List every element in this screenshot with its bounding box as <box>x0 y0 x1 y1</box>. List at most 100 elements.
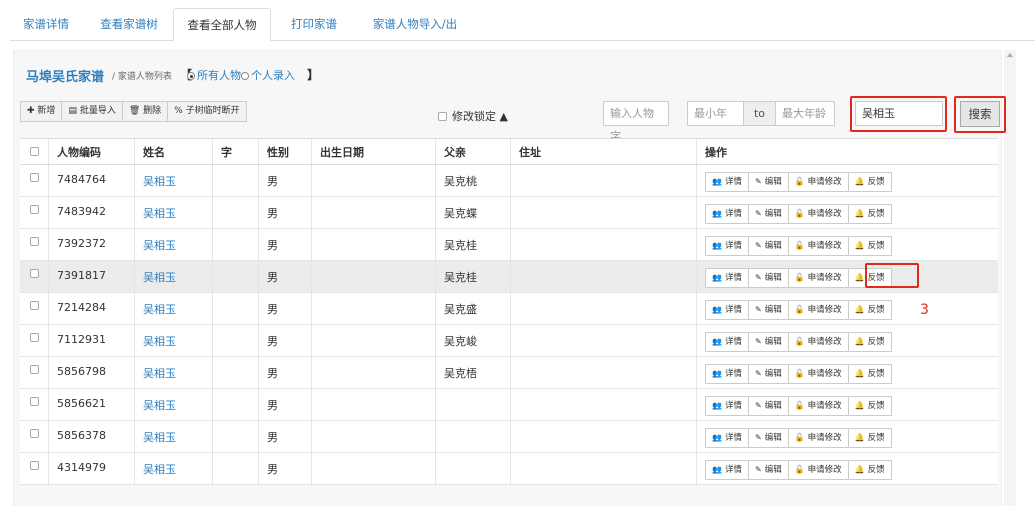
add-button[interactable]: ✚ 新增 <box>20 101 63 122</box>
person-name-link[interactable]: 吴相玉 <box>135 293 213 324</box>
batch-import-button[interactable]: ▤ 批量导入 <box>61 101 123 122</box>
person-name-link[interactable]: 吴相玉 <box>135 325 213 356</box>
table-row[interactable]: 5856798 吴相玉男吴克梧 👥 详情 ✎ 编辑 🔓 申请修改 🔔 反馈 <box>20 357 998 389</box>
person-name-link[interactable]: 吴相玉 <box>135 421 213 452</box>
row-checkbox[interactable] <box>29 269 39 278</box>
detail-button[interactable]: 👥 详情 <box>705 364 749 384</box>
max-year-input[interactable]: 最大年龄 <box>775 101 835 126</box>
table-row[interactable]: 7112931 吴相玉男吴克峻 👥 详情 ✎ 编辑 🔓 申请修改 🔔 反馈 <box>20 325 998 357</box>
column-header-id[interactable]: 人物编码 <box>49 139 135 164</box>
row-checkbox[interactable] <box>29 237 39 246</box>
detail-button[interactable]: 👥 详情 <box>705 236 749 256</box>
zi-search-input[interactable]: 输入人物字 <box>603 101 669 143</box>
request-edit-button[interactable]: 🔓 申请修改 <box>787 172 849 192</box>
request-edit-button[interactable]: 🔓 申请修改 <box>787 236 849 256</box>
tab-family-tree[interactable]: 查看家谱树 <box>86 8 172 41</box>
radio-all-persons[interactable] <box>187 72 195 80</box>
column-header-father[interactable]: 父亲 <box>436 139 511 164</box>
edit-button[interactable]: ✎ 编辑 <box>747 300 789 320</box>
table-row[interactable]: 7392372 吴相玉男吴克桂 👥 详情 ✎ 编辑 🔓 申请修改 🔔 反馈 <box>20 229 998 261</box>
person-name-link[interactable]: 吴相玉 <box>135 165 213 196</box>
person-name-link[interactable]: 吴相玉 <box>135 261 213 292</box>
radio-personal-entry[interactable] <box>241 72 249 80</box>
table-row[interactable]: 7483942 吴相玉男吴克蝶 👥 详情 ✎ 编辑 🔓 申请修改 🔔 反馈 <box>20 197 998 229</box>
feedback-button[interactable]: 🔔 反馈 <box>847 172 892 192</box>
edit-button[interactable]: ✎ 编辑 <box>747 396 789 416</box>
edit-button[interactable]: ✎ 编辑 <box>747 332 789 352</box>
column-header-zi[interactable]: 字 <box>213 139 259 164</box>
person-name-link[interactable]: 吴相玉 <box>135 357 213 388</box>
column-header-name[interactable]: 姓名 <box>135 139 213 164</box>
detail-button[interactable]: 👥 详情 <box>705 332 749 352</box>
feedback-button[interactable]: 🔔 反馈 <box>847 396 892 416</box>
min-year-input[interactable]: 最小年 <box>687 101 744 126</box>
row-checkbox[interactable] <box>29 333 39 342</box>
request-edit-button[interactable]: 🔓 申请修改 <box>787 396 849 416</box>
request-edit-button[interactable]: 🔓 申请修改 <box>787 332 849 352</box>
row-checkbox[interactable] <box>29 205 39 214</box>
person-birth-cell <box>312 197 436 228</box>
column-header-birth[interactable]: 出生日期 <box>312 139 436 164</box>
break-subtree-button[interactable]: % 子树临时断开 <box>167 101 247 122</box>
tab-print[interactable]: 打印家谱 <box>276 8 352 41</box>
table-row[interactable]: 7484764 吴相玉男吴克桃 👥 详情 ✎ 编辑 🔓 申请修改 🔔 反馈 <box>20 165 998 197</box>
feedback-button[interactable]: 🔔 反馈 <box>847 428 892 448</box>
row-checkbox[interactable] <box>29 397 39 406</box>
column-header-gender[interactable]: 性别 <box>259 139 312 164</box>
edit-button[interactable]: ✎ 编辑 <box>747 236 789 256</box>
table-row[interactable]: 7391817 吴相玉男吴克桂 👥 详情 ✎ 编辑 🔓 申请修改 🔔 反馈 <box>20 261 998 293</box>
request-edit-button[interactable]: 🔓 申请修改 <box>787 364 849 384</box>
detail-button[interactable]: 👥 详情 <box>705 172 749 192</box>
row-checkbox[interactable] <box>29 365 39 374</box>
edit-lock-checkbox[interactable] <box>438 112 447 121</box>
feedback-button[interactable]: 🔔 反馈 <box>847 204 892 224</box>
person-name-link[interactable]: 吴相玉 <box>135 453 213 484</box>
feedback-button[interactable]: 🔔 反馈 <box>847 460 892 480</box>
feedback-button[interactable]: 🔔 反馈 <box>847 364 892 384</box>
row-checkbox[interactable] <box>29 429 39 438</box>
radio-personal-entry-label[interactable]: 个人录入 <box>251 69 295 82</box>
row-select-cell <box>20 229 49 260</box>
table-row[interactable]: 5856621 吴相玉男 👥 详情 ✎ 编辑 🔓 申请修改 🔔 反馈 <box>20 389 998 421</box>
scroll-up-icon[interactable] <box>1007 53 1013 57</box>
tab-all-persons[interactable]: 查看全部人物 <box>173 8 271 41</box>
person-zi-cell <box>213 325 259 356</box>
edit-button[interactable]: ✎ 编辑 <box>747 364 789 384</box>
table-row[interactable]: 7214284 吴相玉男吴克盛 👥 详情 ✎ 编辑 🔓 申请修改 🔔 反馈 <box>20 293 998 325</box>
request-edit-button[interactable]: 🔓 申请修改 <box>787 300 849 320</box>
edit-button[interactable]: ✎ 编辑 <box>747 428 789 448</box>
request-edit-button[interactable]: 🔓 申请修改 <box>787 460 849 480</box>
request-edit-button[interactable]: 🔓 申请修改 <box>787 268 849 288</box>
detail-button[interactable]: 👥 详情 <box>705 428 749 448</box>
request-edit-button[interactable]: 🔓 申请修改 <box>787 204 849 224</box>
delete-button[interactable]: 🗑 删除 <box>121 101 169 122</box>
person-name-link[interactable]: 吴相玉 <box>135 389 213 420</box>
edit-button[interactable]: ✎ 编辑 <box>747 172 789 192</box>
detail-button[interactable]: 👥 详情 <box>705 396 749 416</box>
edit-button[interactable]: ✎ 编辑 <box>747 268 789 288</box>
request-edit-button[interactable]: 🔓 申请修改 <box>787 428 849 448</box>
row-checkbox[interactable] <box>29 461 39 470</box>
edit-button[interactable]: ✎ 编辑 <box>747 460 789 480</box>
table-row[interactable]: 4314979 吴相玉男 👥 详情 ✎ 编辑 🔓 申请修改 🔔 反馈 <box>20 453 998 485</box>
radio-all-persons-label[interactable]: 所有人物 <box>197 69 241 82</box>
select-all-checkbox[interactable] <box>29 147 39 156</box>
feedback-button[interactable]: 🔔 反馈 <box>847 236 892 256</box>
person-name-link[interactable]: 吴相玉 <box>135 229 213 260</box>
row-checkbox[interactable] <box>29 173 39 182</box>
detail-button[interactable]: 👥 详情 <box>705 300 749 320</box>
person-father-cell <box>436 389 511 420</box>
tab-genealogy-detail[interactable]: 家谱详情 <box>10 8 82 41</box>
row-checkbox[interactable] <box>29 301 39 310</box>
edit-button[interactable]: ✎ 编辑 <box>747 204 789 224</box>
detail-button[interactable]: 👥 详情 <box>705 204 749 224</box>
detail-button[interactable]: 👥 详情 <box>705 460 749 480</box>
feedback-button[interactable]: 🔔 反馈 <box>847 332 892 352</box>
column-header-address[interactable]: 住址 <box>511 139 697 164</box>
person-name-link[interactable]: 吴相玉 <box>135 197 213 228</box>
table-row[interactable]: 5856378 吴相玉男 👥 详情 ✎ 编辑 🔓 申请修改 🔔 反馈 <box>20 421 998 453</box>
feedback-button[interactable]: 🔔 反馈 <box>847 300 892 320</box>
detail-button[interactable]: 👥 详情 <box>705 268 749 288</box>
edit-lock-toggle[interactable]: 修改锁定 ▲ <box>438 108 508 124</box>
tab-import-export[interactable]: 家谱人物导入/出 <box>355 8 475 41</box>
